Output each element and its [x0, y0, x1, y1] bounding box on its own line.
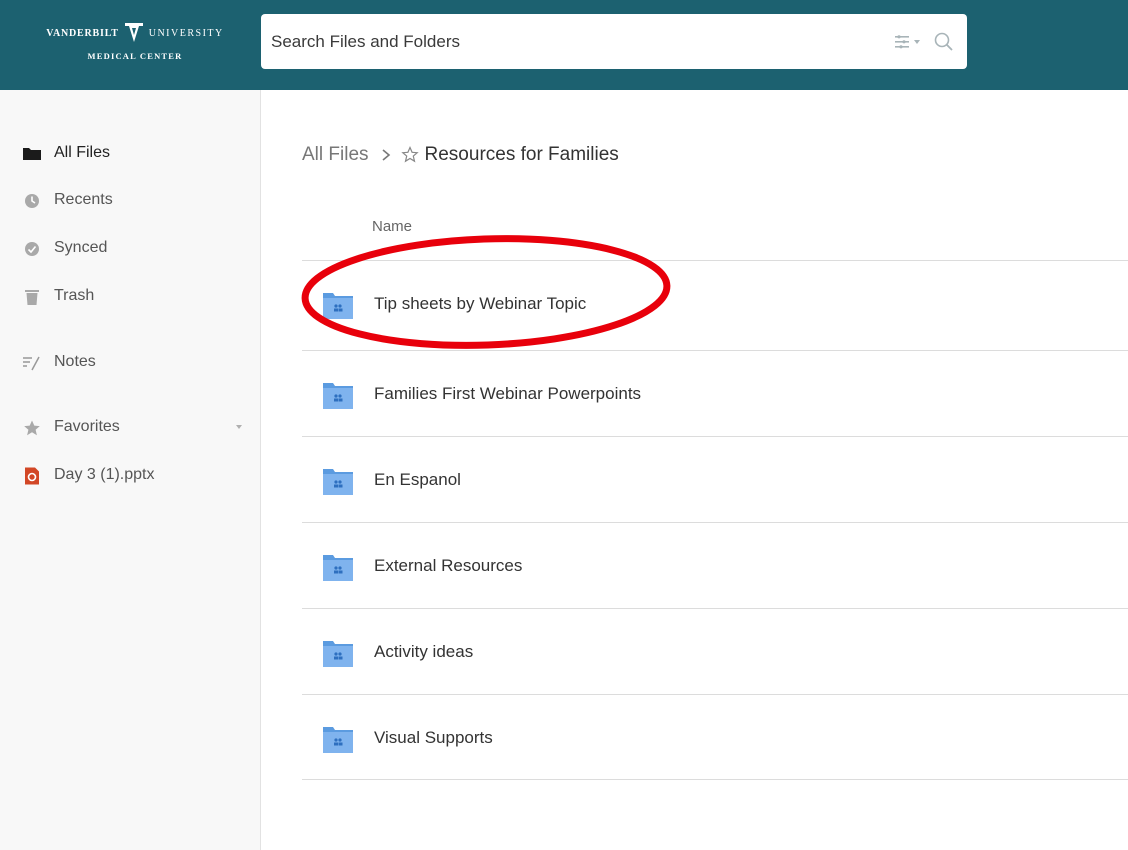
shared-folder-icon — [323, 469, 353, 495]
trash-icon — [25, 290, 39, 305]
search-icon[interactable] — [933, 31, 955, 53]
search-bar — [261, 14, 967, 69]
shared-folder-icon — [323, 555, 353, 581]
folder-row[interactable]: En Espanol — [302, 436, 1128, 522]
folder-name[interactable]: Activity ideas — [374, 642, 473, 662]
notes-icon — [23, 356, 40, 371]
top-header: VANDERBILT UNIVERSITY MEDICAL CENTER — [0, 0, 1128, 90]
sidebar-item-label: Recents — [54, 191, 113, 208]
breadcrumb-all-files[interactable]: All Files — [302, 144, 369, 166]
folder-name[interactable]: Families First Webinar Powerpoints — [374, 384, 641, 404]
sidebar-item-favorite-file[interactable]: Day 3 (1).pptx — [0, 459, 261, 493]
shared-folder-icon — [323, 727, 353, 753]
folder-name[interactable]: Visual Supports — [374, 728, 493, 748]
sync-icon — [25, 242, 39, 256]
sidebar-item-synced[interactable]: Synced — [0, 232, 261, 266]
clock-icon — [25, 194, 39, 208]
star-outline-icon[interactable] — [400, 146, 419, 164]
breadcrumb: All Files Resources for Families — [302, 140, 619, 170]
powerpoint-file-icon — [25, 467, 39, 485]
sidebar-item-notes[interactable]: Notes — [0, 346, 261, 380]
sidebar-item-label: Day 3 (1).pptx — [54, 466, 155, 483]
logo-wordmark: VANDERBILT UNIVERSITY — [30, 22, 240, 44]
sidebar: All Files Recents Synced Trash Notes Fav… — [0, 90, 261, 850]
folder-row[interactable]: External Resources — [302, 522, 1128, 608]
folder-row[interactable]: Activity ideas — [302, 608, 1128, 694]
sidebar-item-favorites[interactable]: Favorites — [0, 411, 261, 445]
sidebar-item-all-files[interactable]: All Files — [0, 137, 261, 171]
shared-folder-icon — [323, 383, 353, 409]
filter-options-icon[interactable] — [893, 33, 923, 51]
folder-name[interactable]: External Resources — [374, 556, 522, 576]
sidebar-item-label: All Files — [54, 144, 111, 161]
sidebar-item-label: Trash — [54, 287, 95, 304]
column-header-name[interactable]: Name — [372, 218, 412, 235]
breadcrumb-current-folder: Resources for Families — [424, 144, 619, 165]
shared-folder-icon — [323, 293, 353, 319]
shared-folder-icon — [323, 641, 353, 667]
vanderbilt-logo[interactable]: VANDERBILT UNIVERSITY MEDICAL CENTER — [30, 22, 240, 72]
folder-name[interactable]: En Espanol — [374, 470, 461, 490]
sidebar-item-label: Notes — [54, 353, 96, 370]
folder-name[interactable]: Tip sheets by Webinar Topic — [374, 294, 586, 314]
vanderbilt-v-icon — [124, 23, 143, 42]
logo-subtitle: MEDICAL CENTER — [87, 51, 183, 61]
chevron-down-icon[interactable] — [234, 422, 244, 432]
search-input[interactable] — [271, 14, 871, 69]
sidebar-item-label: Favorites — [54, 418, 120, 435]
star-icon — [24, 420, 40, 436]
folder-icon — [23, 148, 41, 160]
logo-word-right: UNIVERSITY — [148, 27, 224, 39]
logo-word-left: VANDERBILT — [46, 27, 119, 39]
sidebar-item-trash[interactable]: Trash — [0, 280, 261, 314]
chevron-right-icon — [382, 149, 390, 161]
folder-row[interactable]: Visual Supports — [302, 694, 1128, 780]
sidebar-item-recents[interactable]: Recents — [0, 184, 261, 218]
sidebar-item-label: Synced — [54, 239, 108, 256]
folder-row[interactable]: Families First Webinar Powerpoints — [302, 350, 1128, 436]
folder-row[interactable]: Tip sheets by Webinar Topic — [302, 260, 1128, 346]
